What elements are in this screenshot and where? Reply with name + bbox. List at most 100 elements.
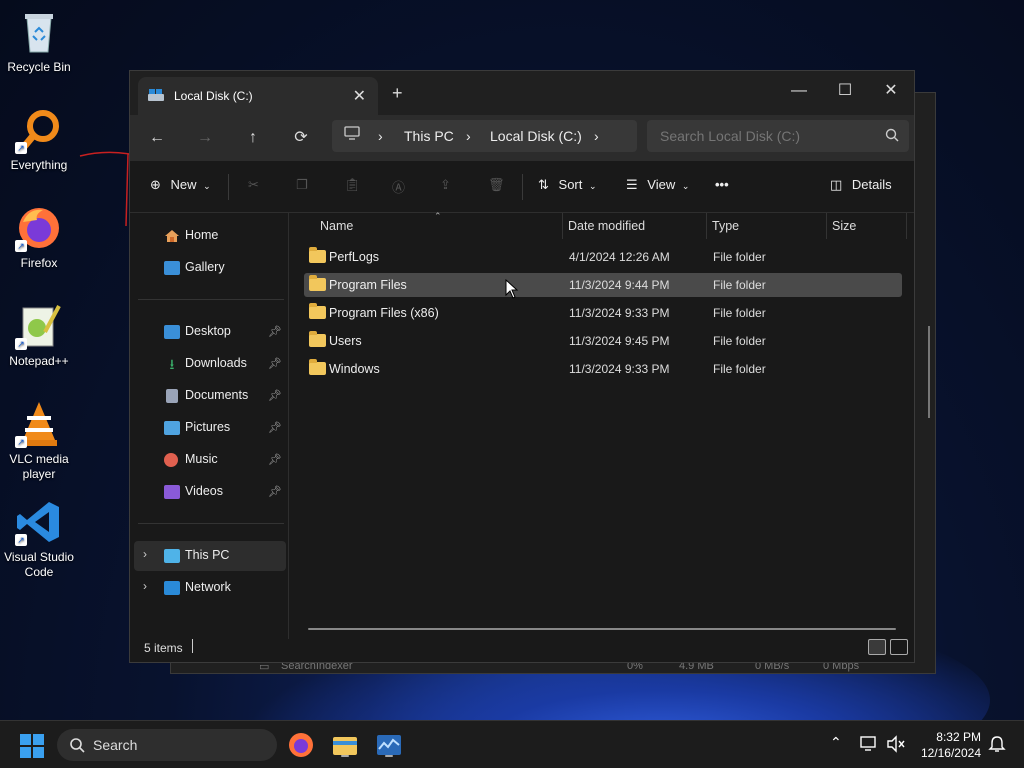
- volume-muted-icon[interactable]: [886, 735, 906, 756]
- file-explorer-window[interactable]: Local Disk (C:) ✕ + — ☐ ✕ ← → ↑ ⟳ › This…: [129, 70, 930, 663]
- taskbar-firefox-icon[interactable]: [287, 731, 315, 759]
- view-button[interactable]: ☰ View ⌄: [626, 177, 689, 193]
- breadcrumb[interactable]: › This PC › Local Disk (C:) ›: [332, 120, 637, 152]
- copy-icon[interactable]: ❐: [296, 177, 308, 193]
- column-header-type[interactable]: Type: [712, 213, 739, 239]
- minimize-button[interactable]: —: [776, 77, 822, 105]
- pin-icon[interactable]: 📌︎: [268, 357, 282, 370]
- nav-label: Network: [185, 580, 231, 594]
- rename-icon[interactable]: Ⓐ: [392, 177, 405, 196]
- chevron-right-icon[interactable]: ›: [466, 128, 471, 144]
- item-count: 5 items: [144, 641, 183, 655]
- nav-label: Pictures: [185, 420, 231, 434]
- chevron-right-icon[interactable]: ›: [378, 128, 383, 144]
- chevron-up-icon[interactable]: ⌃: [830, 734, 842, 751]
- tab-local-disk[interactable]: Local Disk (C:) ✕: [138, 77, 378, 115]
- horizontal-scrollbar[interactable]: [308, 628, 896, 630]
- column-divider[interactable]: [826, 213, 827, 239]
- details-button[interactable]: ◫ Details: [830, 177, 892, 193]
- nav-item-desktop[interactable]: Desktop 📌︎: [134, 317, 286, 347]
- start-windows-icon[interactable]: [19, 733, 45, 759]
- sort-icon: ⇅: [538, 177, 549, 192]
- tab-close-icon[interactable]: ✕: [353, 86, 366, 106]
- taskbar-file-explorer-icon[interactable]: [331, 731, 359, 759]
- breadcrumb-this-pc[interactable]: This PC: [404, 128, 454, 144]
- sort-up-icon: ⌃: [434, 211, 442, 221]
- nav-item-videos[interactable]: Videos 📌︎: [134, 477, 286, 507]
- back-arrow-icon[interactable]: ←: [142, 125, 172, 151]
- taskbar-search[interactable]: Search: [57, 729, 277, 761]
- status-bar: 5 items: [130, 632, 914, 662]
- table-row[interactable]: PerfLogs 4/1/2024 12:26 AM File folder: [304, 245, 902, 269]
- vertical-scrollbar[interactable]: [928, 326, 930, 418]
- chevron-down-icon: ⌄: [203, 181, 211, 191]
- pin-icon[interactable]: 📌︎: [268, 421, 282, 434]
- paste-icon[interactable]: 📋︎: [344, 177, 361, 193]
- column-header-name[interactable]: Name: [320, 213, 353, 239]
- tab-label: Local Disk (C:): [174, 89, 253, 103]
- taskbar-task-manager-icon[interactable]: [375, 731, 403, 759]
- navigation-pane: Home Gallery Desktop 📌︎ ⭳ Downloads 📌︎ D…: [130, 213, 289, 639]
- delete-icon[interactable]: 🗑︎: [488, 177, 505, 193]
- more-options-button[interactable]: •••: [715, 177, 729, 192]
- desktop-icon-vscode[interactable]: ↗ Visual Studio Code: [2, 498, 76, 580]
- nav-item-network[interactable]: › Network: [134, 573, 286, 603]
- nav-item-documents[interactable]: Documents 📌︎: [134, 381, 286, 411]
- title-bar[interactable]: Local Disk (C:) ✕ + — ☐ ✕: [130, 71, 914, 115]
- nav-item-gallery[interactable]: Gallery: [134, 253, 286, 283]
- column-header-date[interactable]: Date modified: [568, 213, 645, 239]
- table-row[interactable]: Program Files 11/3/2024 9:44 PM File fol…: [304, 273, 902, 297]
- new-tab-button[interactable]: +: [392, 83, 403, 104]
- sort-button[interactable]: ⇅ Sort ⌄: [538, 177, 597, 193]
- refresh-icon[interactable]: ⟳: [286, 125, 316, 151]
- nav-item-this-pc[interactable]: › This PC: [134, 541, 286, 571]
- chevron-down-icon: ⌄: [589, 181, 597, 191]
- desktop-icon-recycle-bin[interactable]: Recycle Bin: [2, 8, 76, 75]
- table-row[interactable]: Program Files (x86) 11/3/2024 9:33 PM Fi…: [304, 301, 902, 325]
- chevron-right-icon[interactable]: ›: [143, 547, 147, 561]
- system-clock[interactable]: 8:32 PM 12/16/2024: [915, 729, 981, 761]
- nav-item-home[interactable]: Home: [134, 221, 286, 251]
- desktop-icon-label: Recycle Bin: [7, 60, 71, 74]
- pin-icon[interactable]: 📌︎: [268, 485, 282, 498]
- cut-icon[interactable]: ✂: [248, 177, 259, 193]
- column-divider[interactable]: [906, 213, 907, 239]
- maximize-button[interactable]: ☐: [822, 77, 868, 105]
- up-arrow-icon[interactable]: ↑: [238, 125, 268, 151]
- nav-item-pictures[interactable]: Pictures 📌︎: [134, 413, 286, 443]
- monitor-icon[interactable]: [344, 126, 360, 143]
- breadcrumb-local-disk[interactable]: Local Disk (C:): [490, 128, 582, 144]
- column-divider[interactable]: [562, 213, 563, 239]
- large-icons-view-icon[interactable]: [890, 639, 908, 655]
- search-input[interactable]: [647, 120, 909, 152]
- pin-icon[interactable]: 📌︎: [268, 325, 282, 338]
- file-date: 11/3/2024 9:33 PM: [569, 362, 670, 376]
- toolbar-divider: [522, 174, 523, 200]
- file-type: File folder: [713, 362, 766, 376]
- close-button[interactable]: ✕: [868, 77, 914, 105]
- forward-arrow-icon[interactable]: →: [190, 125, 220, 151]
- sort-label: Sort: [558, 177, 583, 192]
- notification-bell-icon[interactable]: [988, 735, 1006, 756]
- new-button[interactable]: ⊕ New ⌄: [150, 177, 211, 193]
- table-row[interactable]: Users 11/3/2024 9:45 PM File folder: [304, 329, 902, 353]
- nav-item-downloads[interactable]: ⭳ Downloads 📌︎: [134, 349, 286, 379]
- nav-item-music[interactable]: Music 📌︎: [134, 445, 286, 475]
- desktop-icon-notepad-plus-plus[interactable]: ↗ Notepad++: [2, 302, 76, 369]
- file-name: Program Files: [329, 278, 407, 292]
- pin-icon[interactable]: 📌︎: [268, 453, 282, 466]
- desktop-icon-firefox[interactable]: ↗ Firefox: [2, 204, 76, 271]
- share-icon[interactable]: ⇪: [440, 177, 451, 193]
- chevron-right-icon[interactable]: ›: [594, 128, 599, 144]
- column-divider[interactable]: [706, 213, 707, 239]
- pin-icon[interactable]: 📌︎: [268, 389, 282, 402]
- details-view-icon[interactable]: [868, 639, 886, 655]
- column-header-size[interactable]: Size: [832, 213, 856, 239]
- search-box[interactable]: [647, 120, 909, 152]
- taskbar: Search ⌃ 8:32 PM 12/16/2024: [0, 720, 1024, 768]
- network-tray-icon[interactable]: [860, 735, 880, 756]
- chevron-right-icon[interactable]: ›: [143, 579, 147, 593]
- table-row[interactable]: Windows 11/3/2024 9:33 PM File folder: [304, 357, 902, 381]
- desktop-icon-vlc[interactable]: ↗ VLC media player: [2, 400, 76, 482]
- desktop-icon-everything[interactable]: ↗ Everything: [2, 106, 76, 173]
